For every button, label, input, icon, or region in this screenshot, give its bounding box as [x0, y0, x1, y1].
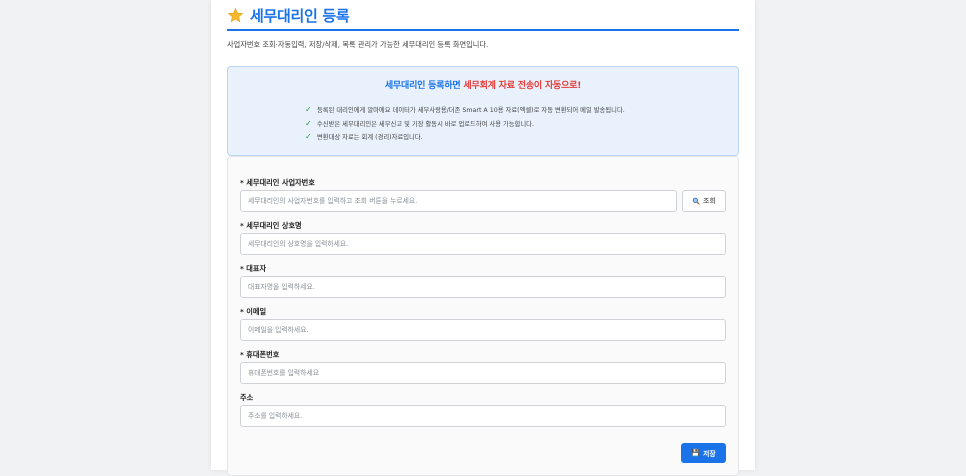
address-field-group: 주소: [240, 393, 726, 427]
address-label: 주소: [240, 393, 254, 402]
save-icon: 💾: [691, 450, 701, 457]
phone-input[interactable]: [240, 362, 726, 384]
check-icon: ✓: [305, 118, 312, 128]
notice-item: ✓ 등록된 대리인에게 알마에요 데이터가 세무사랑용/더존 Smart A 1…: [305, 103, 625, 117]
ceo-input[interactable]: [240, 276, 726, 298]
search-icon: [692, 197, 700, 205]
title-row: 세무대리인 등록: [227, 4, 350, 26]
notice-box: 세무대리인 등록하면 세무회계 자료 전송이 자동으로! ✓ 등록된 대리인에게…: [227, 66, 739, 156]
notice-list: ✓ 등록된 대리인에게 알마에요 데이터가 세무사랑용/더존 Smart A 1…: [305, 103, 625, 144]
notice-item-text: 수신받은 세무대리인은 세무신고 및 기장 활동시 바로 업로드하여 사용 가능…: [317, 120, 534, 128]
lookup-button[interactable]: 조회: [682, 190, 726, 212]
bizno-input[interactable]: [240, 190, 677, 212]
bizno-label: * 세무대리인 사업자번호: [240, 178, 315, 187]
page-description: 사업자번호 조회·자동입력, 저장/삭제, 목록 관리가 가능한 세무대리인 등…: [227, 40, 489, 49]
notice-item: ✓ 수신받은 세무대리인은 세무신고 및 기장 활동시 바로 업로드하여 사용 …: [305, 117, 625, 131]
notice-heading-part2: 세무회계 자료 전송이 자동으로!: [463, 81, 582, 91]
address-input[interactable]: [240, 405, 726, 427]
lookup-button-label: 조회: [703, 198, 716, 205]
bizno-field-group: * 세무대리인 사업자번호 조회: [240, 178, 726, 212]
ceo-field-group: * 대표자: [240, 264, 726, 298]
page-title: 세무대리인 등록: [250, 6, 350, 25]
company-label: * 세무대리인 상호명: [240, 221, 302, 230]
ceo-label: * 대표자: [240, 264, 267, 273]
check-icon: ✓: [305, 132, 312, 142]
page-container: 세무대리인 등록 사업자번호 조회·자동입력, 저장/삭제, 목록 관리가 가능…: [211, 0, 755, 476]
save-button-label: 저장: [703, 451, 716, 458]
email-label: * 이메일: [240, 307, 267, 316]
star-icon: [227, 7, 244, 22]
phone-field-group: * 휴대폰번호: [240, 350, 726, 384]
notice-item: ✓ 변환대상 자료는 회계 (경리)자료입니다.: [305, 130, 625, 144]
title-divider: [227, 29, 739, 31]
registration-form: * 세무대리인 사업자번호 조회 * 세무대리인 상호명 * 대표자: [227, 156, 739, 476]
notice-item-text: 등록된 대리인에게 알마에요 데이터가 세무사랑용/더존 Smart A 10용…: [317, 107, 625, 115]
email-input[interactable]: [240, 319, 726, 341]
company-input[interactable]: [240, 233, 726, 255]
company-field-group: * 세무대리인 상호명: [240, 221, 726, 255]
save-button[interactable]: 💾 저장: [681, 443, 726, 463]
email-field-group: * 이메일: [240, 307, 726, 341]
phone-label: * 휴대폰번호: [240, 350, 280, 359]
notice-heading: 세무대리인 등록하면 세무회계 자료 전송이 자동으로!: [228, 78, 738, 91]
notice-item-text: 변환대상 자료는 회계 (경리)자료입니다.: [317, 134, 423, 142]
check-icon: ✓: [305, 105, 312, 115]
notice-heading-part1: 세무대리인 등록하면: [384, 81, 464, 91]
